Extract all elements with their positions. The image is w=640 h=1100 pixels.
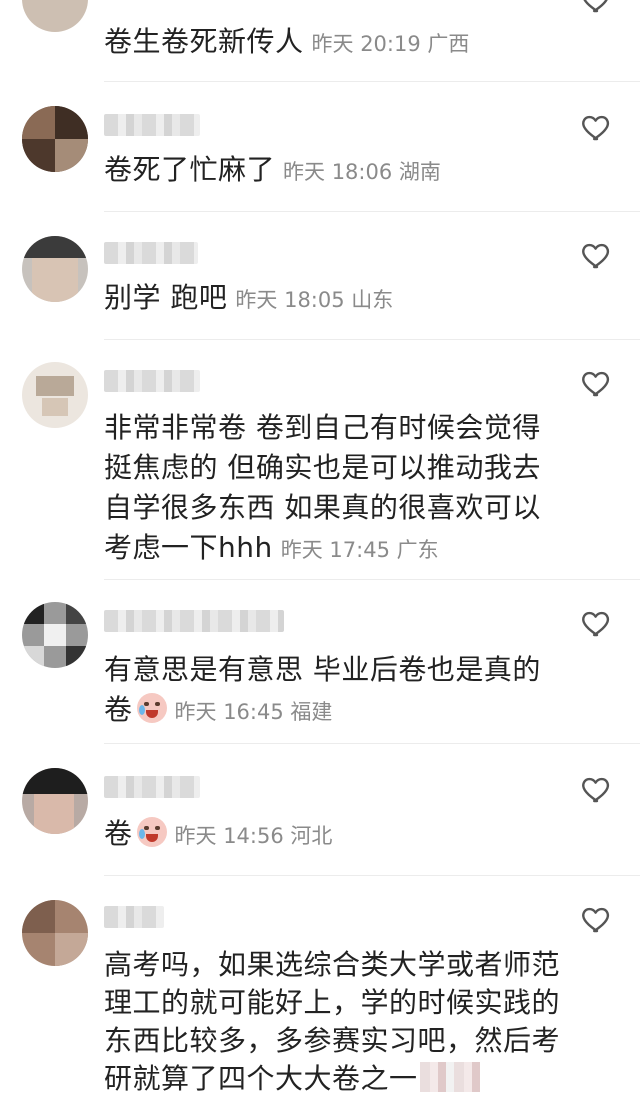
comment-text: 高考吗，如果选综合类大学或者师范理工的就可能好上，学的时候实践的东西比较多，多参… — [104, 948, 561, 1095]
comment-text-block: 别学 跑吧 昨天 18:05 山东 — [104, 280, 564, 318]
heart-outline-icon — [582, 371, 610, 397]
heart-outline-icon — [582, 611, 610, 637]
avatar[interactable] — [22, 900, 88, 966]
comment-text-block: 卷 昨天 14:56 河北 — [104, 816, 564, 854]
comment-item: 卷死了忙麻了 昨天 18:06 湖南 — [0, 82, 640, 212]
avatar[interactable] — [22, 602, 88, 668]
avatar[interactable] — [22, 0, 88, 32]
comment-text: 卷生卷死新传人 — [104, 25, 304, 58]
comment-meta: 昨天 14:56 河北 — [174, 824, 333, 848]
like-button[interactable] — [580, 238, 614, 272]
username-blurred[interactable] — [104, 242, 198, 264]
like-button[interactable] — [580, 366, 614, 400]
heart-outline-icon — [582, 243, 610, 269]
avatar[interactable] — [22, 768, 88, 834]
like-button[interactable] — [580, 110, 614, 144]
heart-outline-icon — [582, 115, 610, 141]
username-blurred[interactable] — [104, 906, 164, 928]
crying-face-emoji — [136, 817, 167, 847]
comment-text: 别学 跑吧 — [104, 281, 228, 314]
comment-meta: 昨天 18:06 湖南 — [283, 160, 441, 184]
heart-outline-icon — [583, 0, 608, 13]
comment-meta: 昨天 20:19 广西 — [311, 32, 470, 56]
comment-item: 别学 跑吧 昨天 18:05 山东 — [0, 212, 640, 340]
comment-item: 高考吗，如果选综合类大学或者师范理工的就可能好上，学的时候实践的东西比较多，多参… — [0, 876, 640, 1100]
blurred-emoji — [419, 1062, 480, 1092]
like-button[interactable] — [580, 0, 614, 16]
avatar[interactable] — [22, 236, 88, 302]
comment-item: 有意思是有意思 毕业后卷也是真的卷 昨天 16:45 福建 — [0, 580, 640, 744]
username-blurred[interactable] — [104, 370, 200, 392]
like-button[interactable] — [580, 606, 614, 640]
username-blurred[interactable] — [104, 776, 200, 798]
avatar[interactable] — [22, 106, 88, 172]
comment-text-block: 高考吗，如果选综合类大学或者师范理工的就可能好上，学的时候实践的东西比较多，多参… — [104, 946, 564, 1098]
comment-text-block: 有意思是有意思 毕业后卷也是真的卷 昨天 16:45 福建 — [104, 650, 564, 732]
comment-text: 卷 — [104, 817, 133, 850]
like-button[interactable] — [580, 772, 614, 806]
comment-text-block: 非常非常卷 卷到自己有时候会觉得挺焦虑的 但确实也是可以推动我去自学很多东西 如… — [104, 408, 564, 570]
heart-outline-icon — [582, 907, 610, 933]
like-button[interactable] — [580, 902, 614, 936]
crying-face-emoji — [136, 693, 167, 723]
comment-text-block: 卷死了忙麻了 昨天 18:06 湖南 — [104, 152, 564, 190]
username-blurred[interactable] — [104, 610, 284, 632]
comment-meta: 昨天 17:45 广东 — [280, 538, 439, 562]
comment-text-block: 卷生卷死新传人 昨天 20:19 广西 — [104, 24, 564, 62]
comment-meta: 昨天 18:05 山东 — [235, 288, 394, 312]
comment-item: 非常非常卷 卷到自己有时候会觉得挺焦虑的 但确实也是可以推动我去自学很多东西 如… — [0, 340, 640, 580]
heart-outline-icon — [582, 777, 610, 803]
comment-text: 卷死了忙麻了 — [104, 153, 276, 186]
comment-item: 卷生卷死新传人 昨天 20:19 广西 — [0, 0, 640, 82]
username-blurred[interactable] — [104, 114, 200, 136]
avatar[interactable] — [22, 362, 88, 428]
comment-item: 卷 昨天 14:56 河北 — [0, 744, 640, 876]
comment-meta: 昨天 16:45 福建 — [174, 700, 333, 724]
